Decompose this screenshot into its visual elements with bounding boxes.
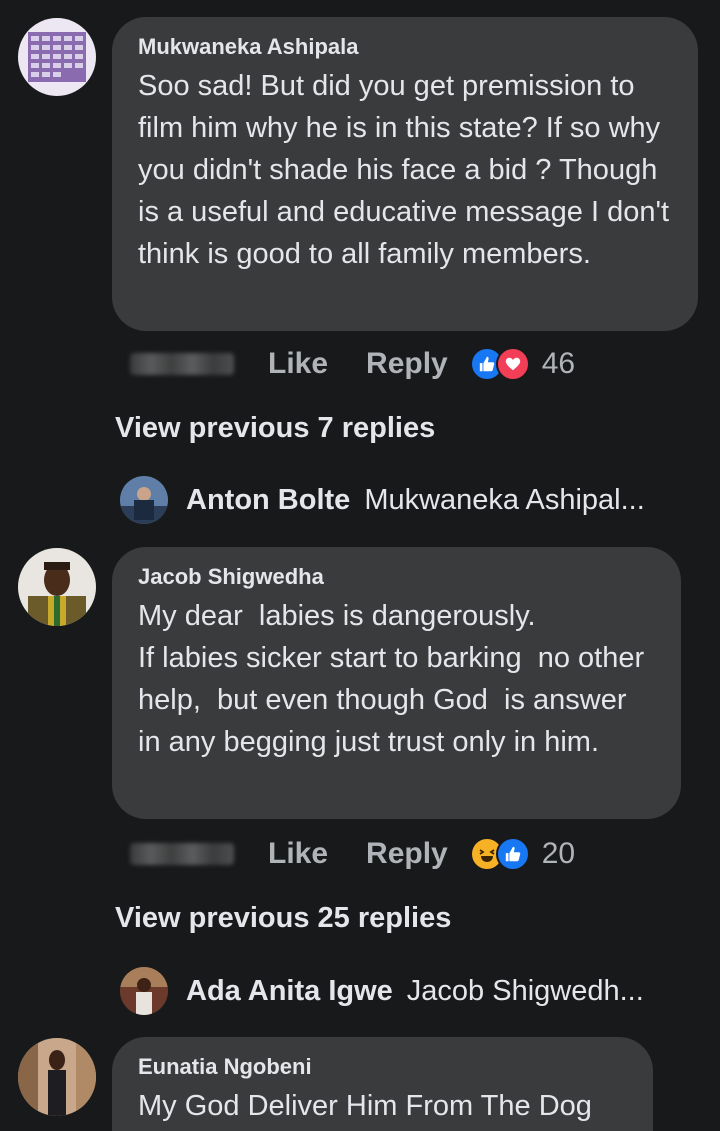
calendar-avatar-image — [18, 18, 96, 96]
like-button[interactable]: Like — [268, 347, 328, 381]
latest-reply-preview[interactable]: Anton Bolte Mukwaneka Ashipal... — [120, 476, 645, 524]
comment-text: My God Deliver Him From The Dog — [138, 1090, 592, 1122]
comment-bubble: Mukwaneka Ashipala Soo sad! But did you … — [112, 17, 698, 331]
reaction-count: 46 — [541, 347, 576, 380]
timestamp-blurred — [130, 843, 234, 865]
comment-actions: Like Reply 46 — [130, 344, 575, 384]
reply-button[interactable]: Reply — [366, 347, 448, 381]
comments-feed: Mukwaneka Ashipala Soo sad! But did you … — [0, 0, 720, 1131]
reaction-summary[interactable]: 46 — [469, 347, 576, 381]
timestamp-blurred — [130, 353, 234, 375]
comment-author[interactable]: Jacob Shigwedha — [138, 565, 655, 589]
person-avatar-image — [18, 548, 96, 626]
comment-author[interactable]: Eunatia Ngobeni — [138, 1055, 627, 1079]
reply-snippet: Mukwaneka Ashipal... — [364, 483, 645, 516]
reaction-summary[interactable]: 20 — [469, 837, 576, 871]
avatar-eunatia-ngobeni[interactable] — [18, 1038, 96, 1116]
reply-author: Anton Bolte — [186, 483, 351, 516]
comment-bubble: Jacob Shigwedha My dear labies is danger… — [112, 547, 681, 819]
comment-author[interactable]: Mukwaneka Ashipala — [138, 35, 672, 59]
reaction-count: 20 — [541, 837, 576, 870]
avatar-anton-bolte — [120, 476, 168, 524]
love-icon — [495, 347, 530, 381]
avatar-ada-anita-igwe — [120, 967, 168, 1015]
reply-snippet: Jacob Shigwedh... — [406, 974, 644, 1007]
reply-button[interactable]: Reply — [366, 837, 448, 871]
view-previous-replies-link[interactable]: View previous 25 replies — [115, 902, 451, 935]
like-icon — [495, 837, 530, 871]
like-button[interactable]: Like — [268, 837, 328, 871]
person-avatar-image — [18, 1038, 96, 1116]
avatar-jacob-shigwedha[interactable] — [18, 548, 96, 626]
comment-actions: Like Reply 20 — [130, 834, 575, 874]
reply-author: Ada Anita Igwe — [186, 974, 393, 1007]
avatar-mukwaneka-ashipala[interactable] — [18, 18, 96, 96]
view-previous-replies-link[interactable]: View previous 7 replies — [115, 412, 435, 445]
comment-text: Soo sad! But did you get premission to f… — [138, 70, 678, 270]
comment-bubble: Eunatia Ngobeni My God Deliver Him From … — [112, 1037, 653, 1131]
comment-text: My dear labies is dangerously. If labies… — [138, 600, 645, 758]
latest-reply-preview[interactable]: Ada Anita Igwe Jacob Shigwedh... — [120, 967, 644, 1015]
